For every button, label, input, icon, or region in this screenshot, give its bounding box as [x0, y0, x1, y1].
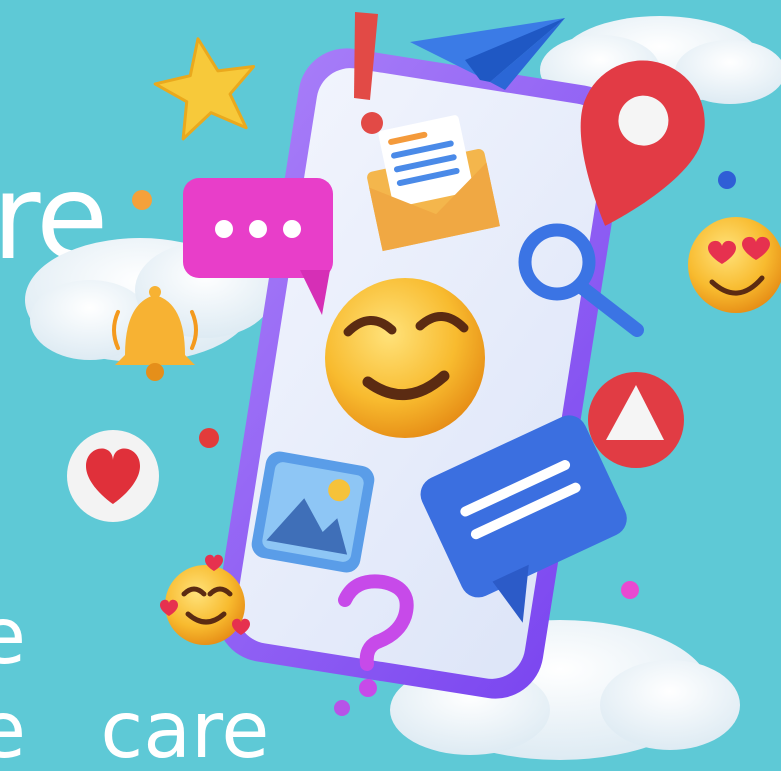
heart-eyes-emoji-icon — [688, 217, 781, 313]
play-icon — [588, 372, 684, 468]
social-media-illustration — [25, 12, 781, 760]
dot-red — [199, 428, 219, 448]
image-icon — [251, 451, 375, 573]
dot-magenta-small — [334, 700, 350, 716]
heart-icon — [67, 430, 159, 522]
star-icon — [153, 37, 256, 141]
illustration-stage: re e e care — [0, 0, 781, 771]
dot-orange — [132, 190, 152, 210]
smiling-emoji-icon — [325, 278, 485, 438]
dot-blue — [718, 171, 736, 189]
dot-magenta — [621, 581, 639, 599]
